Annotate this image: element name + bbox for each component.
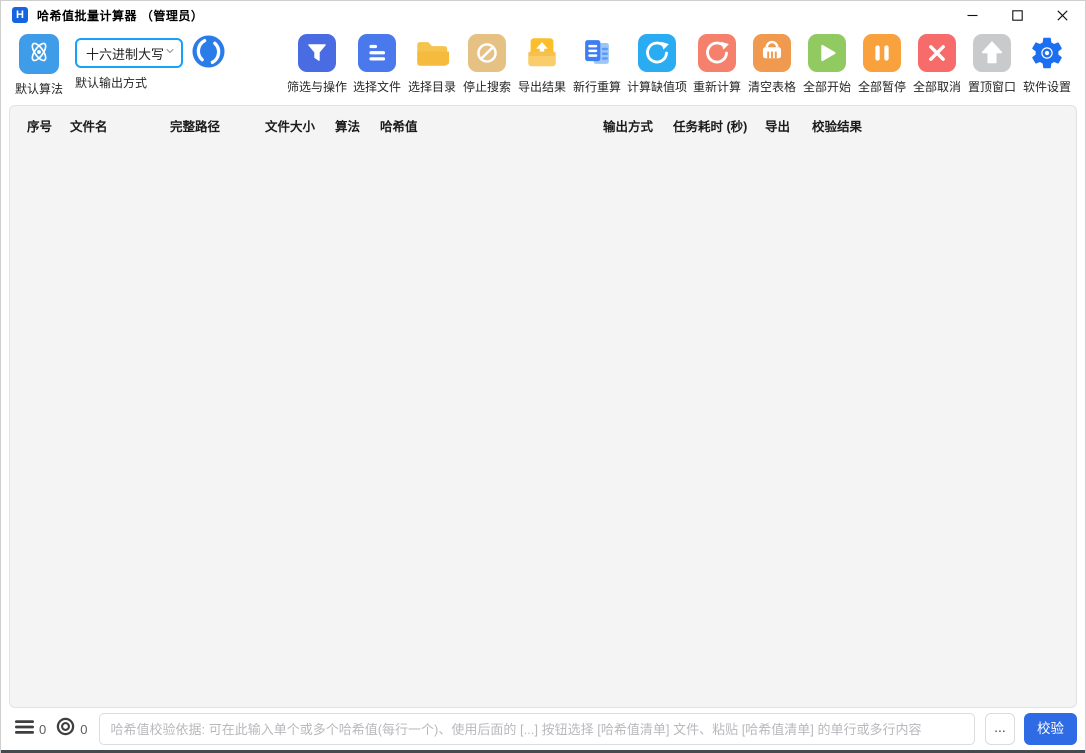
output-format-select[interactable]: 十六进制大写 xyxy=(75,38,183,68)
toolbar-button-export-results[interactable]: 导出结果 xyxy=(516,34,568,95)
toolbar-button-label: 计算缺值项 xyxy=(626,80,687,94)
toolbar-button-calc-missing[interactable]: 计算缺值项 xyxy=(626,34,688,95)
hash-lines-counter: 0 xyxy=(15,719,50,740)
column-header[interactable]: 任务耗时 (秒) xyxy=(673,116,747,135)
maximize-button[interactable] xyxy=(995,1,1040,29)
toolbar-button-label: 新行重算 xyxy=(572,80,621,94)
toolbar-left-group: 默认算法 十六进制大写 默认输出方式 xyxy=(15,34,226,97)
table-body xyxy=(10,140,1076,707)
toolbar-button-pause-all[interactable]: 全部暂停 xyxy=(856,34,908,95)
toolbar-button-label: 选择文件 xyxy=(352,80,401,94)
output-format-value: 十六进制大写 xyxy=(86,46,165,62)
match-counter: 0 xyxy=(56,717,91,741)
ban-icon xyxy=(468,34,506,72)
gear-icon xyxy=(1028,34,1066,72)
atom-icon xyxy=(23,36,55,73)
column-header[interactable]: 完整路径 xyxy=(170,116,220,135)
refresh-icon xyxy=(698,34,736,72)
app-window: H 哈希值批量计算器 （管理员） 默认算法 十六进制大写 默认输出方式 筛选与操… xyxy=(0,0,1086,753)
hash-lines-count: 0 xyxy=(39,721,47,737)
toolbar-button-label: 筛选与操作 xyxy=(286,80,347,94)
window-controls xyxy=(950,1,1085,29)
toolbar-button-cancel-all[interactable]: 全部取消 xyxy=(911,34,963,95)
window-title: 哈希值批量计算器 （管理员） xyxy=(37,8,204,23)
toolbar-button-label: 停止搜索 xyxy=(462,80,511,94)
column-header[interactable]: 校验结果 xyxy=(812,116,862,135)
column-header[interactable]: 导出 xyxy=(765,116,790,135)
close-button[interactable] xyxy=(1040,1,1085,29)
toolbar-button-label: 导出结果 xyxy=(517,80,566,94)
hash-verify-input[interactable] xyxy=(99,713,975,745)
maximize-icon xyxy=(1012,9,1023,21)
statusbar: 0 0 ... 校验 xyxy=(1,708,1085,750)
funnel-icon xyxy=(298,34,336,72)
toolbar-button-start-all[interactable]: 全部开始 xyxy=(801,34,853,95)
hamburger-lines-icon xyxy=(15,719,34,740)
toolbar-right-group: 筛选与操作 选择文件 选择目录 停止搜索 导出结果 新行重算 计算缺值项 重新计算 清空表格 全部… xyxy=(286,34,1073,95)
column-header[interactable]: 文件大小 xyxy=(265,116,315,135)
file-list-icon xyxy=(358,34,396,72)
toolbar-button-label: 全部取消 xyxy=(912,80,961,94)
results-table: 序号 文件名 完整路径 文件大小 算法 哈希值 输出方式 任务耗时 (秒) 导出 校验结果 xyxy=(9,105,1077,708)
column-header[interactable]: 哈希值 xyxy=(380,116,418,135)
refresh-icon xyxy=(638,34,676,72)
column-header[interactable]: 输出方式 xyxy=(603,116,653,135)
toolbar-button-pin-window[interactable]: 置顶窗口 xyxy=(966,34,1018,95)
titlebar: H 哈希值批量计算器 （管理员） xyxy=(1,1,1085,29)
close-icon xyxy=(1057,9,1068,21)
verify-button[interactable]: 校验 xyxy=(1024,713,1077,745)
column-header[interactable]: 文件名 xyxy=(70,116,108,135)
app-icon: H xyxy=(12,7,28,23)
sync-circle-icon xyxy=(191,34,226,74)
toolbar-button-select-files[interactable]: 选择文件 xyxy=(351,34,403,95)
pause-icon xyxy=(863,34,901,72)
toolbar-button-stop-search[interactable]: 停止搜索 xyxy=(461,34,513,95)
default-algorithm-button[interactable]: 默认算法 xyxy=(15,34,63,97)
chevron-down-icon xyxy=(164,44,176,62)
sync-output-button[interactable] xyxy=(191,34,226,74)
toolbar-button-clear-table[interactable]: 清空表格 xyxy=(746,34,798,95)
default-output-group: 十六进制大写 默认输出方式 xyxy=(75,34,183,91)
default-output-label: 默认输出方式 xyxy=(75,76,148,90)
toolbar: 默认算法 十六进制大写 默认输出方式 筛选与操作 选择文件 选择目录 停止搜索 … xyxy=(1,29,1085,103)
toolbar-button-label: 重新计算 xyxy=(692,80,741,94)
browse-hash-list-button[interactable]: ... xyxy=(985,713,1015,745)
toolbar-button-settings[interactable]: 软件设置 xyxy=(1021,34,1073,95)
match-count: 0 xyxy=(80,721,88,737)
play-icon xyxy=(808,34,846,72)
table-header: 序号 文件名 完整路径 文件大小 算法 哈希值 输出方式 任务耗时 (秒) 导出 校验结果 xyxy=(10,106,1076,140)
column-header[interactable]: 算法 xyxy=(335,116,360,135)
minimize-icon xyxy=(967,14,978,16)
toolbar-button-label: 选择目录 xyxy=(407,80,456,94)
minimize-button[interactable] xyxy=(950,1,995,29)
toolbar-button-recalc-new-rows[interactable]: 新行重算 xyxy=(571,34,623,95)
toolbar-button-select-folder[interactable]: 选择目录 xyxy=(406,34,458,95)
broom-icon xyxy=(753,34,791,72)
toolbar-button-label: 置顶窗口 xyxy=(967,80,1016,94)
documents-icon xyxy=(578,34,616,72)
toolbar-button-recalculate-all[interactable]: 重新计算 xyxy=(691,34,743,95)
export-box-icon xyxy=(523,34,561,72)
toolbar-button-label: 全部暂停 xyxy=(857,80,906,94)
toolbar-button-label: 软件设置 xyxy=(1022,80,1071,94)
target-circles-icon xyxy=(56,717,75,741)
folder-icon xyxy=(413,34,451,72)
pin-top-icon xyxy=(973,34,1011,72)
column-header[interactable]: 序号 xyxy=(27,116,52,135)
default-algorithm-label: 默认算法 xyxy=(15,82,64,96)
toolbar-button-label: 全部开始 xyxy=(802,80,851,94)
toolbar-button-filter-actions[interactable]: 筛选与操作 xyxy=(286,34,348,95)
toolbar-button-label: 清空表格 xyxy=(747,80,796,94)
x-icon xyxy=(918,34,956,72)
